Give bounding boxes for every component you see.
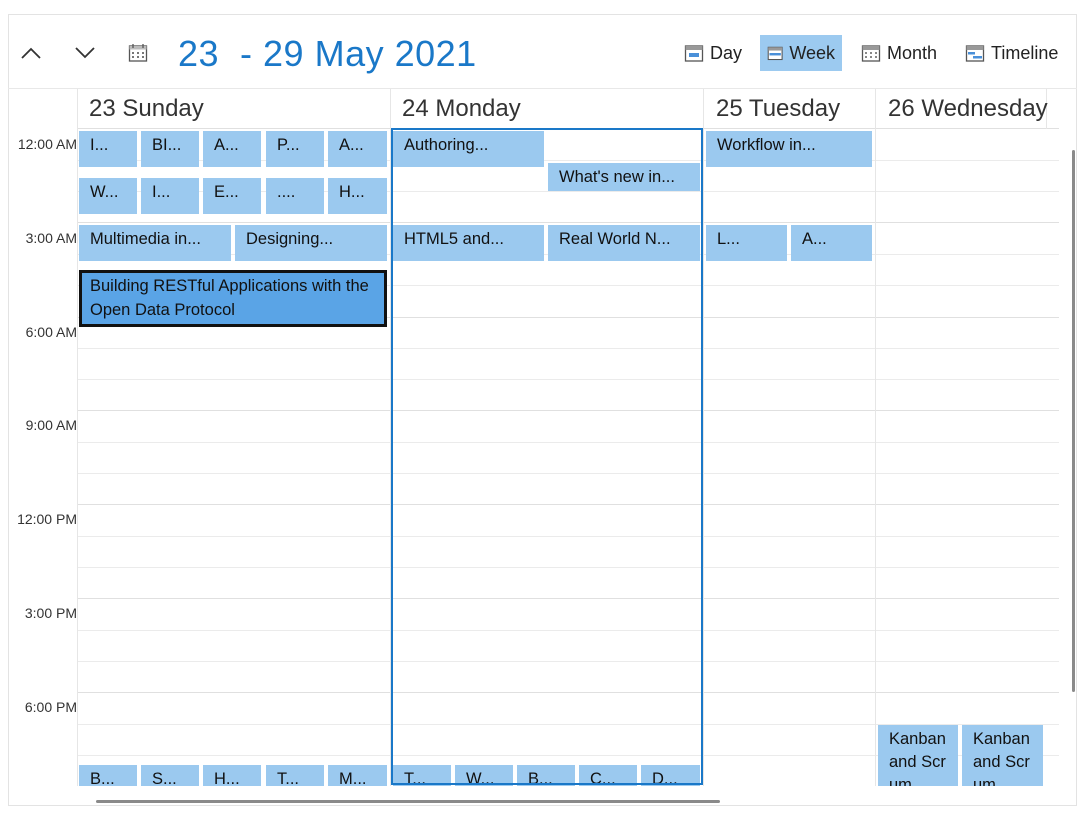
grid-line — [78, 692, 1059, 693]
appointment[interactable]: C... — [579, 765, 637, 786]
grid-line — [78, 222, 1059, 223]
selected-appointment[interactable]: Building RESTful Applications with the O… — [79, 270, 387, 327]
day-header-sunday[interactable]: 23 Sunday — [89, 95, 204, 123]
appointment[interactable]: Kanban and Scrum — [878, 725, 958, 786]
chevron-up-icon — [21, 47, 41, 59]
appointment[interactable]: Designing... — [235, 225, 387, 261]
grid-line — [78, 630, 1059, 631]
appointment[interactable]: What's new in... — [548, 163, 700, 191]
grid-line — [78, 128, 1059, 129]
appointment[interactable]: Multimedia in... — [79, 225, 231, 261]
day-divider — [875, 89, 876, 786]
vertical-scrollbar[interactable] — [1072, 150, 1075, 692]
appointment[interactable]: A... — [791, 225, 872, 261]
calendar-timeline-icon — [965, 45, 985, 62]
date-picker-button[interactable] — [123, 38, 153, 68]
appointment[interactable]: T... — [266, 765, 324, 786]
appointment[interactable]: A... — [203, 131, 261, 167]
appointment[interactable]: Authoring... — [393, 131, 544, 167]
grid-line — [78, 504, 1059, 505]
time-label: 12:00 PM — [17, 511, 77, 527]
grid-line — [78, 442, 1059, 443]
view-month-button[interactable]: Month — [854, 35, 944, 71]
grid-line — [78, 410, 1059, 411]
day-header-tuesday[interactable]: 25 Tuesday — [716, 95, 840, 123]
week-grid[interactable]: 23 Sunday 24 Monday 25 Tuesday 26 Wednes… — [9, 89, 1075, 786]
grid-line — [78, 661, 1059, 662]
view-week-button[interactable]: Week — [760, 35, 842, 71]
calendar-icon — [128, 44, 148, 62]
time-label: 6:00 AM — [25, 324, 77, 340]
appointment[interactable]: B... — [79, 765, 137, 786]
next-week-button[interactable] — [70, 38, 100, 68]
appointment[interactable]: E... — [203, 178, 261, 214]
time-label: 6:00 PM — [24, 699, 77, 715]
chevron-down-icon — [75, 47, 95, 59]
appointment[interactable]: H... — [203, 765, 261, 786]
appointment[interactable]: D... — [641, 765, 700, 786]
day-header-wednesday[interactable]: 26 Wednesday — [888, 95, 1048, 123]
appointment[interactable]: Kanban and Scrum — [962, 725, 1043, 786]
day-header-monday[interactable]: 24 Monday — [402, 95, 521, 123]
appointment[interactable]: I... — [79, 131, 137, 167]
time-label: 3:00 PM — [24, 605, 77, 621]
horizontal-scrollbar[interactable] — [96, 800, 720, 803]
grid-line — [78, 598, 1059, 599]
time-label: 9:00 AM — [25, 417, 77, 433]
appointment[interactable]: BI... — [141, 131, 199, 167]
appointment[interactable]: H... — [328, 178, 387, 214]
day-divider — [390, 89, 391, 786]
grid-line — [78, 348, 1059, 349]
appointment[interactable]: S... — [141, 765, 199, 786]
grid-line — [78, 536, 1059, 537]
grid-line — [78, 473, 1059, 474]
time-column-divider — [77, 89, 78, 786]
calendar-day-icon — [684, 45, 704, 62]
appointment[interactable]: M... — [328, 765, 387, 786]
appointment[interactable]: I... — [141, 178, 199, 214]
appointment[interactable]: P... — [266, 131, 324, 167]
date-range-title[interactable]: 23 - 29 May 2021 — [178, 33, 477, 75]
view-timeline-label: Timeline — [991, 42, 1059, 63]
appointment[interactable]: .... — [266, 178, 324, 214]
appointment[interactable]: Real World N... — [548, 225, 700, 261]
previous-week-button[interactable] — [16, 38, 46, 68]
calendar-week-icon — [767, 46, 783, 61]
appointment[interactable]: T... — [393, 765, 451, 786]
view-day-label: Day — [710, 42, 743, 63]
time-label: 12:00 AM — [17, 136, 77, 152]
appointment[interactable]: W... — [455, 765, 513, 786]
appointment[interactable]: A... — [328, 131, 387, 167]
appointment[interactable]: L... — [706, 225, 787, 261]
calendar-month-icon — [861, 45, 881, 62]
time-label: 3:00 AM — [25, 230, 77, 246]
grid-line — [78, 379, 1059, 380]
view-month-label: Month — [887, 42, 938, 63]
appointment[interactable]: HTML5 and... — [393, 225, 544, 261]
appointment[interactable]: Workflow in... — [706, 131, 872, 167]
view-day-button[interactable]: Day — [677, 35, 749, 71]
view-week-label: Week — [789, 42, 835, 63]
view-timeline-button[interactable]: Timeline — [958, 35, 1065, 71]
appointment[interactable]: B... — [517, 765, 575, 786]
day-divider — [703, 89, 704, 786]
grid-line — [78, 567, 1059, 568]
appointment[interactable]: W... — [79, 178, 137, 214]
